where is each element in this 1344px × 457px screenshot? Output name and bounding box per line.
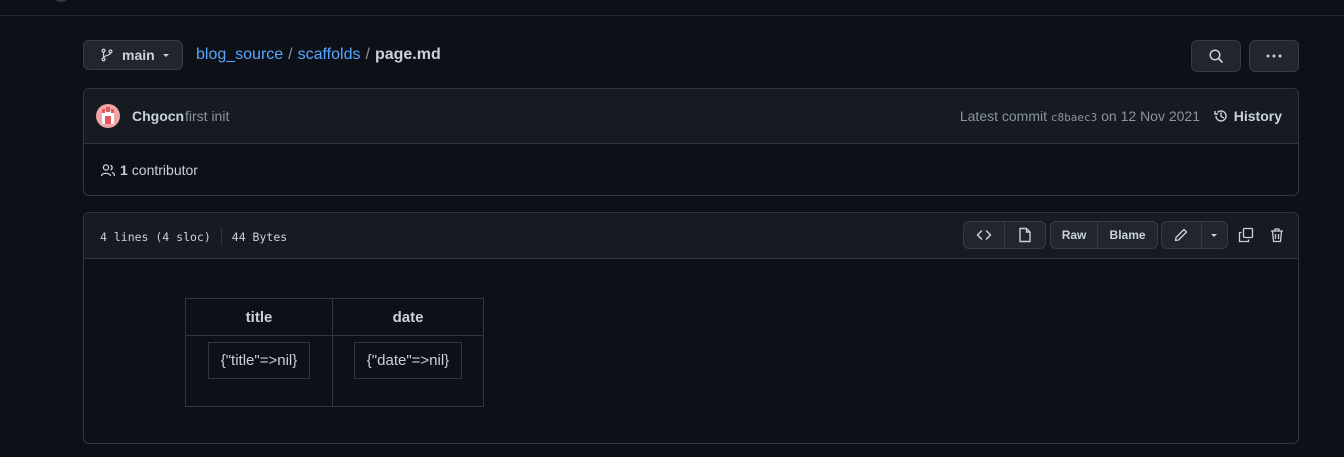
- trash-icon: [1271, 228, 1283, 243]
- table-header-date: date: [332, 298, 484, 336]
- contributors-label: contributor: [131, 162, 198, 178]
- triangle-down-icon: [1211, 234, 1218, 237]
- commit-header: Chgocn first init Latest commit c8baec3 …: [84, 89, 1298, 144]
- search-icon: [1209, 49, 1223, 63]
- breadcrumb: blog_source / scaffolds / page.md: [196, 46, 441, 64]
- blame-button[interactable]: Blame: [1097, 222, 1157, 248]
- branch-name: main: [122, 47, 155, 63]
- table-header-title: title: [185, 298, 333, 336]
- rendered-view-button[interactable]: [1004, 222, 1045, 248]
- file-info: 4 lines (4 sloc) 44 Bytes: [100, 228, 287, 246]
- nested-value-title: {"title"=>nil}: [207, 342, 311, 379]
- history-icon: [1214, 110, 1227, 122]
- nested-value-date: {"date"=>nil}: [353, 342, 463, 379]
- edit-file-button[interactable]: [1162, 222, 1201, 248]
- file-size: 44 Bytes: [231, 230, 288, 244]
- table-header-row: title date: [185, 298, 484, 336]
- history-link[interactable]: History: [1213, 108, 1282, 124]
- search-button[interactable]: [1191, 40, 1241, 72]
- table-row: {"title"=>nil} {"date"=>nil}: [185, 335, 484, 407]
- contributors-summary[interactable]: 1 contributor: [100, 162, 198, 178]
- delete-file-button[interactable]: [1268, 226, 1286, 244]
- copy-icon: [1238, 227, 1254, 243]
- commit-sha[interactable]: c8baec3: [1051, 111, 1097, 124]
- raw-blame-group: Raw Blame: [1050, 221, 1158, 249]
- code-icon: [976, 230, 992, 240]
- git-branch-icon: [101, 48, 113, 62]
- raw-button[interactable]: Raw: [1051, 222, 1097, 248]
- file-line-count: 4 lines (4 sloc): [100, 230, 211, 244]
- kebab-horizontal-icon: [1266, 54, 1282, 58]
- file-header: 4 lines (4 sloc) 44 Bytes Raw Blame: [84, 213, 1298, 259]
- copy-button[interactable]: [1237, 226, 1255, 244]
- latest-commit-label: Latest commit: [959, 108, 1047, 124]
- commit-message[interactable]: first init: [185, 108, 229, 124]
- top-nav-border: [0, 0, 1344, 16]
- avatar[interactable]: [96, 104, 120, 128]
- file-info-divider: [220, 228, 222, 246]
- breadcrumb-repo-link[interactable]: blog_source: [196, 46, 283, 63]
- people-icon: [100, 164, 116, 177]
- table-cell-title: {"title"=>nil}: [185, 335, 333, 407]
- breadcrumb-file-name: page.md: [374, 46, 441, 63]
- file-icon: [1019, 227, 1031, 243]
- table-cell-date: {"date"=>nil}: [332, 335, 484, 407]
- triangle-down-icon: [162, 54, 169, 57]
- history-label: History: [1233, 108, 1282, 124]
- edit-dropdown-button[interactable]: [1200, 222, 1227, 248]
- commit-date: on 12 Nov 2021: [1101, 108, 1200, 124]
- file-navigation: main blog_source / scaffolds / page.md: [83, 40, 1299, 72]
- more-options-button[interactable]: [1249, 40, 1299, 72]
- latest-commit-info: Latest commit c8baec3 on 12 Nov 2021: [960, 108, 1200, 124]
- breadcrumb-folder-link[interactable]: scaffolds: [298, 46, 361, 63]
- commit-author[interactable]: Chgocn: [132, 108, 184, 124]
- breadcrumb-separator: /: [288, 46, 293, 63]
- top-avatar-fragment: [50, 0, 72, 2]
- display-toggle-group: [963, 221, 1046, 249]
- file-viewer: 4 lines (4 sloc) 44 Bytes Raw Blame titl…: [83, 212, 1299, 444]
- source-view-button[interactable]: [964, 222, 1004, 248]
- breadcrumb-separator: /: [365, 46, 370, 63]
- edit-button-group: [1161, 221, 1228, 249]
- contributors-count: 1: [120, 162, 128, 178]
- front-matter-table: title date {"title"=>nil} {"date"=>nil}: [185, 298, 484, 407]
- commit-box: Chgocn first init Latest commit c8baec3 …: [83, 88, 1299, 196]
- branch-select-button[interactable]: main: [83, 40, 183, 70]
- pencil-icon: [1175, 228, 1188, 242]
